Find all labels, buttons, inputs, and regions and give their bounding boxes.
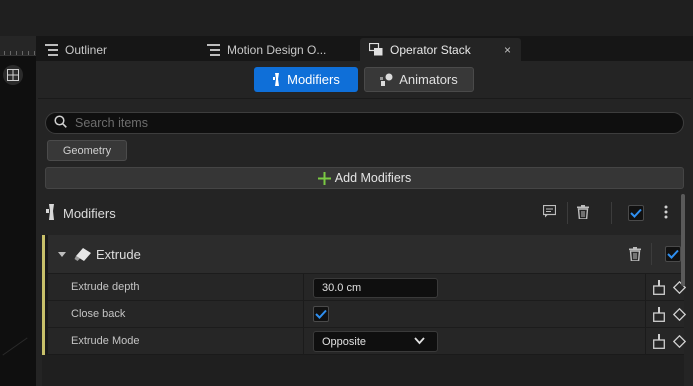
outliner-icon — [206, 43, 220, 57]
extrude-modifier-card: Extrude Extrude depth 30.0 cm Close back… — [42, 235, 687, 355]
property-row-extrude-depth: Extrude depth 30.0 cm — [48, 273, 687, 301]
panel-empty-area — [42, 355, 684, 386]
outliner-icon — [44, 43, 58, 57]
tab-operator-stack-label: Operator Stack — [390, 42, 471, 57]
modifiers-toggle-button[interactable]: Modifiers — [254, 67, 358, 92]
animator-icon — [380, 73, 394, 86]
column-splitter — [303, 328, 304, 355]
property-label: Extrude depth — [71, 281, 140, 293]
modifiers-section-header: Modifiers — [45, 198, 684, 228]
close-back-checkbox[interactable] — [313, 306, 329, 322]
comment-icon[interactable] — [543, 205, 556, 218]
tab-operator-stack[interactable]: Operator Stack × — [360, 38, 521, 61]
tab-motion-design[interactable]: Motion Design O... — [206, 38, 356, 61]
viewport-ruler — [0, 36, 36, 56]
column-splitter — [645, 301, 646, 328]
tab-motion-design-label: Motion Design O... — [227, 42, 327, 57]
extrude-depth-input[interactable]: 30.0 cm — [313, 278, 438, 298]
extrude-eraser-icon — [74, 247, 92, 262]
header-separator — [651, 243, 652, 265]
close-icon[interactable]: × — [504, 43, 511, 57]
delete-modifier-icon[interactable] — [629, 247, 641, 261]
add-modifiers-button[interactable]: Add Modifiers — [45, 167, 684, 189]
operator-stack-panel: Modifiers Animators Geometry Add Modifie… — [36, 61, 693, 386]
search-input[interactable] — [75, 116, 635, 130]
extrude-modifier-name: Extrude — [96, 246, 141, 262]
keyframe-diamond-icon[interactable] — [672, 334, 687, 351]
keyframe-diamond-icon[interactable] — [672, 307, 687, 324]
property-label: Extrude Mode — [71, 335, 140, 347]
header-separator — [611, 202, 612, 224]
chevron-down-icon — [414, 336, 425, 348]
toolbar-divider — [38, 98, 691, 99]
add-modifiers-label: Add Modifiers — [334, 171, 412, 185]
panel-tab-strip: Outliner Motion Design O... Operator Sta… — [36, 36, 693, 61]
keyframe-track-icon[interactable] — [653, 280, 665, 298]
property-label: Close back — [71, 308, 126, 320]
vertical-scrollbar[interactable] — [681, 194, 685, 286]
extrude-card-header[interactable]: Extrude — [48, 235, 684, 273]
column-splitter — [645, 274, 646, 301]
modifier-enabled-checkbox[interactable] — [665, 246, 681, 262]
row-actions — [653, 307, 687, 325]
modifiers-toggle-label: Modifiers — [287, 72, 340, 87]
header-separator — [567, 202, 568, 224]
extrude-mode-value: Opposite — [322, 335, 367, 348]
section-enabled-checkbox[interactable] — [628, 205, 644, 221]
column-splitter — [645, 328, 646, 355]
modifiers-section-title: Modifiers — [63, 205, 116, 221]
operator-stack-icon — [369, 43, 383, 57]
modifier-wand-icon — [272, 73, 282, 86]
geometry-filter-chip[interactable]: Geometry — [47, 140, 127, 161]
column-splitter — [303, 301, 304, 328]
plus-icon — [317, 171, 331, 185]
modifier-wand-icon — [45, 203, 57, 223]
column-splitter — [303, 274, 304, 301]
viewport-edge — [0, 36, 36, 386]
extrude-mode-select[interactable]: Opposite — [313, 331, 438, 352]
grid-view-icon[interactable] — [3, 65, 23, 85]
animators-toggle-button[interactable]: Animators — [364, 67, 474, 92]
row-actions — [653, 334, 687, 352]
delete-all-icon[interactable] — [577, 205, 589, 219]
search-box[interactable] — [45, 112, 684, 134]
tab-outliner[interactable]: Outliner — [44, 38, 204, 61]
more-options-icon[interactable] — [664, 205, 668, 219]
property-row-extrude-mode: Extrude Mode Opposite — [48, 327, 687, 355]
animators-toggle-label: Animators — [399, 72, 458, 87]
keyframe-track-icon[interactable] — [653, 307, 665, 325]
window-top-bar — [0, 0, 693, 36]
keyframe-track-icon[interactable] — [653, 334, 665, 352]
search-icon — [54, 115, 67, 131]
collapse-arrow-icon[interactable] — [58, 251, 66, 257]
property-row-close-back: Close back — [48, 300, 687, 328]
tab-outliner-label: Outliner — [65, 42, 108, 57]
